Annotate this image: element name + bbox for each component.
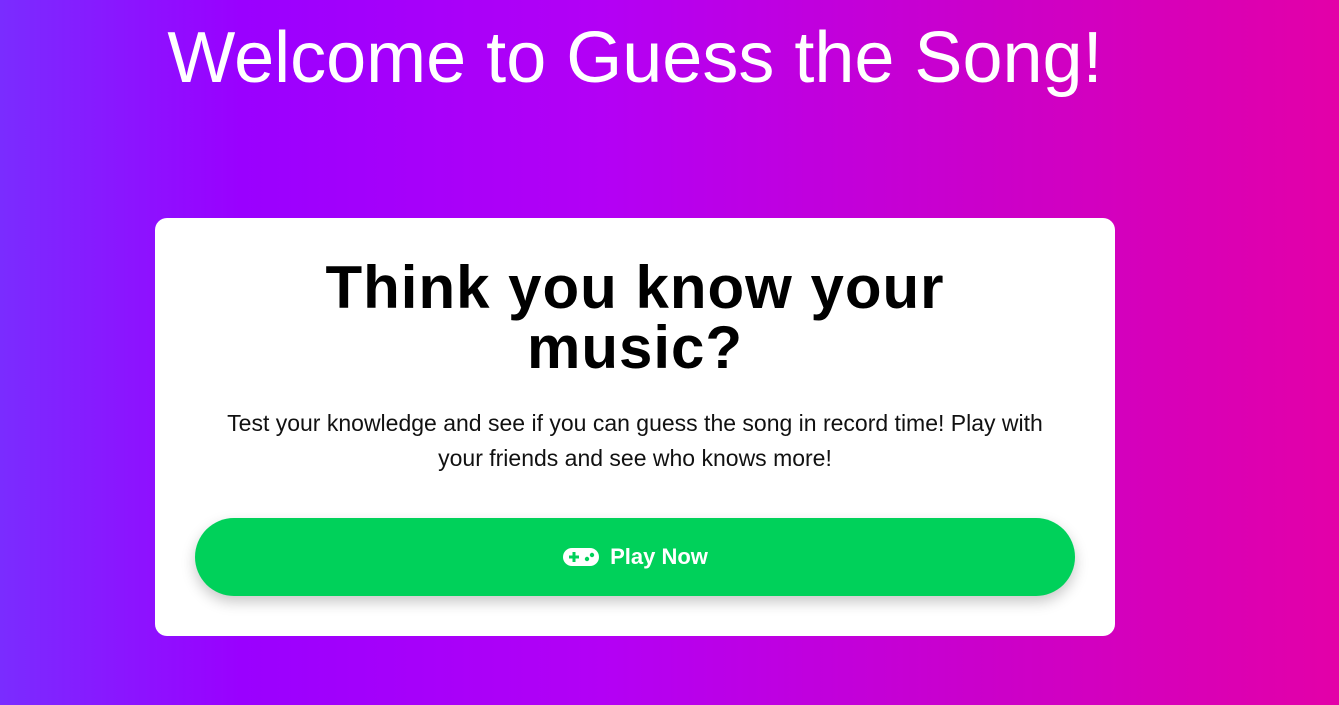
card-description: Test your knowledge and see if you can g… xyxy=(227,410,1043,471)
intro-card: Think you know your music? Test your kno… xyxy=(155,218,1115,636)
play-now-button[interactable]: Play Now xyxy=(195,518,1075,596)
page-title: Welcome to Guess the Song! xyxy=(167,18,1103,98)
play-now-label: Play Now xyxy=(610,544,708,569)
card-headline: Think you know your music? xyxy=(325,254,945,381)
gamepad-icon xyxy=(562,546,600,568)
